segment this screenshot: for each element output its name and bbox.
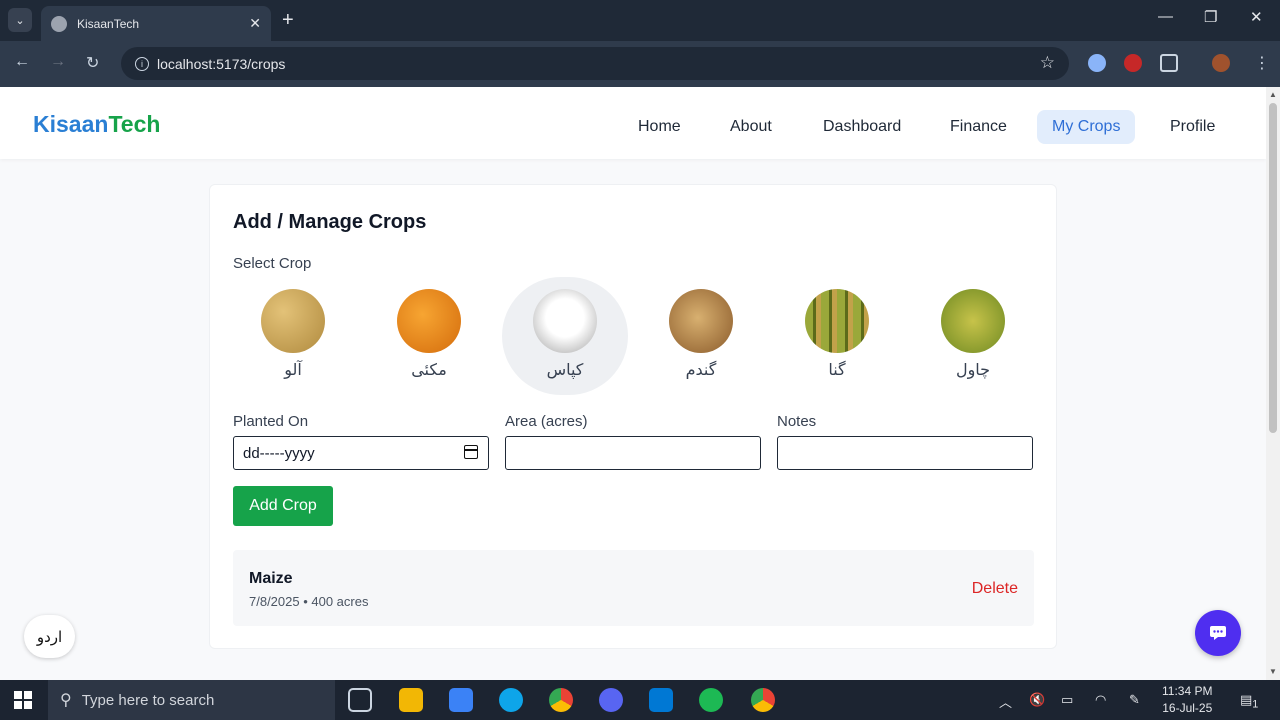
bookmark-star-icon[interactable]: ☆ (1040, 53, 1055, 73)
notes-label: Notes (777, 413, 817, 430)
crop-option-rice[interactable]: چاول (910, 277, 1036, 395)
search-extension-icon[interactable] (1088, 54, 1106, 72)
maize-image (397, 289, 461, 353)
volume-muted-icon[interactable]: 🔇 (1029, 692, 1045, 708)
crop-option-maize[interactable]: مکئی (366, 277, 492, 395)
nav-my-crops[interactable]: My Crops (1037, 110, 1136, 144)
forward-icon[interactable]: → (50, 53, 66, 71)
nav-profile[interactable]: Profile (1155, 110, 1230, 144)
taskbar-clock[interactable]: 11:34 PM 16-Jul-25 (1162, 683, 1212, 717)
blocker-extension-icon[interactable] (1124, 54, 1142, 72)
rice-image (941, 289, 1005, 353)
nav-dashboard[interactable]: Dashboard (808, 110, 916, 144)
browser-toolbar: ← → ↻ i localhost:5173/crops ☆ ⋮ (0, 41, 1280, 87)
extensions-puzzle-icon[interactable] (1160, 54, 1178, 72)
planted-on-date-input[interactable]: dd-----yyyy (233, 436, 489, 470)
profile-avatar-icon[interactable] (1212, 54, 1230, 72)
windows-taskbar: ⚲ Type here to search ︿ 🔇 ▭ ◠ ✎ 11:34 PM… (0, 680, 1280, 720)
globe-icon (51, 15, 67, 32)
nav-finance[interactable]: Finance (935, 110, 1022, 144)
restore-icon[interactable]: ❐ (1204, 8, 1217, 26)
scrollbar-thumb[interactable] (1269, 103, 1277, 433)
browser-tab[interactable]: KisaanTech ✕ (41, 6, 271, 41)
potato-image (261, 289, 325, 353)
crop-option-cotton[interactable]: کپاس (502, 277, 628, 395)
tab-list-icon[interactable]: ⌄ (8, 8, 32, 32)
file-explorer-icon[interactable] (399, 688, 423, 712)
tab-title: KisaanTech (77, 16, 140, 31)
chrome-active-icon[interactable] (751, 688, 775, 712)
area-label: Area (acres) (505, 413, 588, 430)
task-view-icon[interactable] (348, 688, 372, 712)
wifi-icon[interactable]: ◠ (1095, 692, 1106, 708)
scroll-down-icon[interactable]: ▼ (1269, 667, 1277, 676)
nav-home[interactable]: Home (623, 110, 696, 144)
page-title: Add / Manage Crops (233, 211, 427, 233)
calendar-icon[interactable] (464, 445, 478, 459)
page-scrollbar[interactable]: ▲ ▼ (1266, 87, 1280, 680)
nav-about[interactable]: About (715, 110, 787, 144)
pen-icon[interactable]: ✎ (1129, 692, 1140, 708)
window-close-icon[interactable]: ✕ (1250, 8, 1263, 26)
windows-start-icon[interactable] (14, 691, 32, 709)
spotify-icon[interactable] (699, 688, 723, 712)
url-text: localhost:5173/crops (157, 55, 286, 72)
site-info-icon[interactable]: i (135, 56, 149, 71)
back-icon[interactable]: ← (14, 53, 30, 71)
vscode-icon[interactable] (649, 688, 673, 712)
address-bar[interactable]: i localhost:5173/crops ☆ (121, 47, 1069, 80)
crop-option-wheat[interactable]: گندم (638, 277, 764, 395)
menu-kebab-icon[interactable]: ⋮ (1254, 53, 1270, 73)
crop-entry-row: Maize 7/8/2025 • 400 acres Delete (233, 550, 1034, 626)
select-crop-label: Select Crop (233, 255, 312, 272)
scroll-up-icon[interactable]: ▲ (1269, 90, 1277, 99)
crop-option-sugarcane[interactable]: گنا (774, 277, 900, 395)
store-icon[interactable] (449, 688, 473, 712)
crop-option-potato[interactable]: آلو (230, 277, 356, 395)
sugarcane-image (805, 289, 869, 353)
crop-entry-title: Maize (249, 570, 293, 587)
tray-chevron-icon[interactable]: ︿ (999, 692, 1012, 711)
site-logo[interactable]: KisaanTech (33, 111, 160, 138)
notes-input[interactable] (777, 436, 1033, 470)
discord-icon[interactable] (599, 688, 623, 712)
add-crop-button[interactable]: Add Crop (233, 486, 333, 526)
planted-on-label: Planted On (233, 413, 309, 430)
chat-bubble-icon[interactable] (1195, 610, 1241, 656)
close-tab-icon[interactable]: ✕ (249, 15, 261, 32)
notification-icon[interactable]: ▤1 (1240, 692, 1258, 711)
new-tab-icon[interactable]: + (282, 9, 294, 32)
browser-tab-bar: ⌄ KisaanTech ✕ + — ❐ ✕ (0, 0, 1280, 41)
search-icon: ⚲ (60, 692, 72, 709)
taskbar-search-box[interactable]: ⚲ Type here to search (48, 680, 335, 720)
page-content: KisaanTech Home About Dashboard Finance … (0, 87, 1266, 680)
wheat-image (669, 289, 733, 353)
reload-icon[interactable]: ↻ (86, 53, 99, 73)
delete-crop-button[interactable]: Delete (972, 580, 1018, 598)
site-header: KisaanTech Home About Dashboard Finance … (0, 87, 1266, 159)
minimize-icon[interactable]: — (1158, 8, 1173, 25)
crop-entry-meta: 7/8/2025 • 400 acres (249, 594, 369, 609)
language-toggle-button[interactable]: اردو (24, 615, 75, 658)
manage-crops-card: Add / Manage Crops Select Crop آلو مکئی … (209, 184, 1057, 649)
edge-icon[interactable] (499, 688, 523, 712)
battery-icon[interactable]: ▭ (1061, 692, 1073, 708)
area-input[interactable] (505, 436, 761, 470)
chrome-icon[interactable] (549, 688, 573, 712)
cotton-image (533, 289, 597, 353)
